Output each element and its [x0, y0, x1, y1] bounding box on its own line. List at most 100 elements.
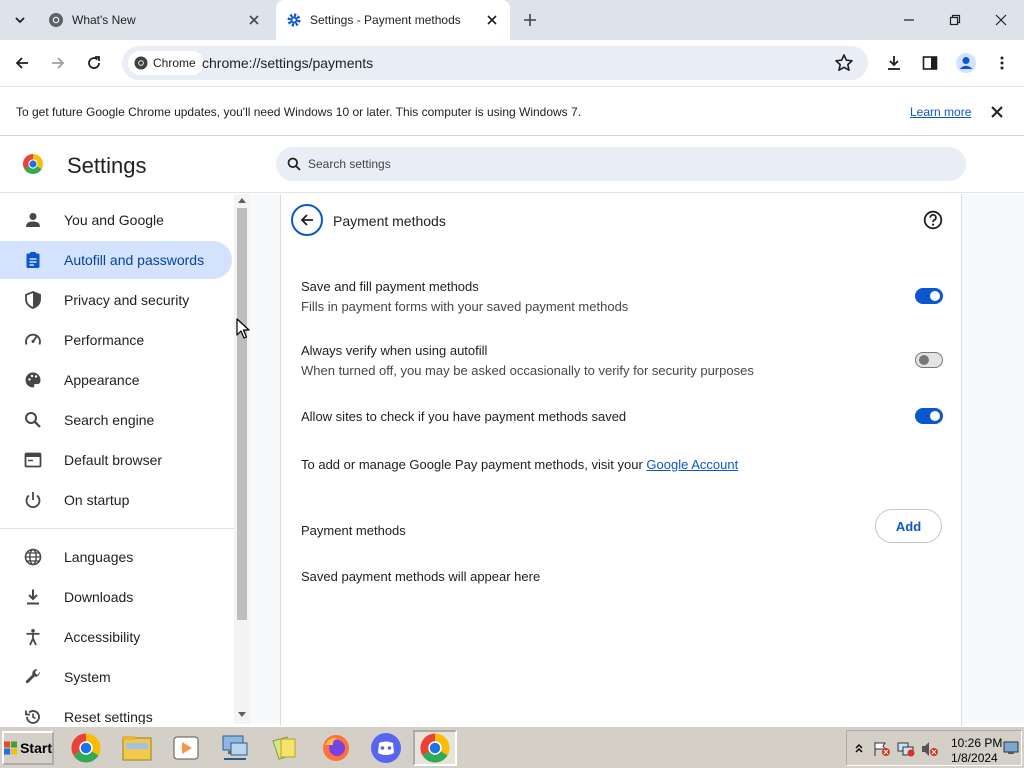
toggle-knob: [930, 291, 940, 301]
bookmark-star-icon[interactable]: [834, 53, 854, 73]
sidebar-item-you-and-google[interactable]: You and Google: [0, 201, 232, 239]
taskbar-notes[interactable]: [263, 730, 307, 766]
sidebar-item-label: Languages: [64, 549, 134, 565]
sidebar-item-appearance[interactable]: Appearance: [0, 361, 232, 399]
sidebar-item-accessibility[interactable]: Accessibility: [0, 618, 232, 656]
sidebar-item-system[interactable]: System: [0, 658, 232, 696]
action-center-flag-icon[interactable]: [873, 741, 891, 757]
payment-methods-heading: Payment methods: [301, 523, 406, 538]
system-tray: 10:26 PM 1/8/2024: [846, 730, 1022, 766]
arrow-left-icon: [300, 214, 313, 226]
plus-icon: [524, 14, 536, 26]
media-player-icon: [173, 736, 199, 760]
taskbar-discord[interactable]: [364, 730, 408, 766]
download-icon: [27, 589, 39, 605]
sidebar-item-label: Autofill and passwords: [64, 252, 205, 268]
taskbar-network[interactable]: [213, 730, 257, 766]
clock-date[interactable]: 1/8/2024: [951, 751, 998, 765]
save-payment-methods-toggle[interactable]: [915, 288, 943, 304]
power-icon: [25, 492, 41, 509]
sidebar-item-label: Reset settings: [64, 709, 153, 724]
discord-icon: [371, 733, 401, 763]
back-button[interactable]: [10, 51, 34, 75]
network-status-icon[interactable]: [897, 741, 915, 757]
update-infobar: To get future Google Chrome updates, you…: [0, 86, 1024, 136]
sidebar-scrollbar[interactable]: [234, 194, 250, 724]
tab-search-button[interactable]: [8, 8, 32, 32]
sidebar-item-performance[interactable]: Performance: [0, 321, 232, 359]
taskbar-media-player[interactable]: [164, 730, 208, 766]
minimize-button[interactable]: [897, 8, 921, 32]
search-icon: [287, 157, 301, 171]
allow-sites-check-toggle[interactable]: [915, 408, 943, 424]
learn-more-link[interactable]: Learn more: [910, 105, 971, 119]
page-title: Settings: [67, 153, 147, 178]
google-account-link[interactable]: Google Account: [646, 457, 738, 472]
minimize-icon: [904, 19, 914, 21]
payment-methods-card: Payment methods Save and fill payment me…: [280, 194, 962, 734]
tab-settings-payment[interactable]: Settings - Payment methods: [276, 0, 510, 40]
settings-search[interactable]: [276, 147, 966, 181]
scrollbar-thumb[interactable]: [237, 208, 247, 620]
subpage-title: Payment methods: [333, 213, 446, 229]
sidebar-item-languages[interactable]: Languages: [0, 538, 232, 576]
volume-muted-icon[interactable]: [921, 741, 939, 757]
reload-button[interactable]: [82, 51, 106, 75]
search-input[interactable]: [308, 147, 948, 181]
scroll-down-arrow-icon[interactable]: [238, 712, 246, 718]
download-icon: [888, 56, 900, 70]
setting-description: Fills in payment forms with your saved p…: [301, 299, 629, 314]
person-icon: [26, 213, 40, 227]
show-desktop-icon[interactable]: [1003, 741, 1019, 755]
reset-icon: [25, 710, 40, 724]
clock-time[interactable]: 10:26 PM: [951, 736, 1002, 750]
shield-icon: [25, 291, 41, 309]
help-icon[interactable]: [923, 210, 943, 230]
sidebar-item-default-browser[interactable]: Default browser: [0, 441, 232, 479]
taskbar-firefox[interactable]: [314, 730, 358, 766]
restore-button[interactable]: [943, 8, 967, 32]
start-button[interactable]: Start: [2, 731, 54, 765]
close-infobar-icon[interactable]: [988, 103, 1006, 121]
chevron-up-icon[interactable]: [855, 743, 863, 753]
site-chip-label: Chrome: [153, 56, 196, 70]
firefox-icon: [323, 735, 349, 761]
taskbar-explorer[interactable]: [115, 730, 159, 766]
add-payment-method-button[interactable]: Add: [875, 509, 942, 543]
side-panel-button[interactable]: [918, 51, 942, 75]
taskbar-chrome[interactable]: [64, 730, 108, 766]
sidebar-item-search-engine[interactable]: Search engine: [0, 401, 232, 439]
settings-sidebar: You and Google Autofill and passwords Pr…: [0, 194, 234, 724]
sidebar-item-label: Default browser: [64, 452, 163, 468]
menu-button[interactable]: [990, 51, 1014, 75]
sidebar-item-privacy[interactable]: Privacy and security: [0, 281, 232, 319]
side-panel-icon: [922, 56, 938, 70]
tab-strip: What's New Settings - Payment methods: [0, 0, 1024, 40]
site-info-chip[interactable]: Chrome: [128, 51, 204, 75]
sidebar-item-label: Search engine: [64, 412, 155, 428]
address-bar[interactable]: Chrome chrome://settings/payments: [122, 46, 868, 80]
tab-title: Settings - Payment methods: [310, 13, 461, 27]
downloads-button[interactable]: [882, 51, 906, 75]
url-text[interactable]: chrome://settings/payments: [202, 55, 373, 71]
always-verify-toggle[interactable]: [915, 352, 943, 368]
forward-button[interactable]: [46, 51, 70, 75]
sticky-notes-icon: [272, 736, 296, 760]
scroll-up-arrow-icon[interactable]: [238, 197, 246, 203]
sidebar-item-label: Performance: [64, 332, 145, 348]
sidebar-item-autofill[interactable]: Autofill and passwords: [0, 241, 232, 279]
back-to-autofill-button[interactable]: [291, 204, 323, 236]
search-icon: [25, 412, 41, 428]
taskbar-chrome-active[interactable]: [413, 730, 457, 766]
sidebar-item-reset[interactable]: Reset settings: [0, 698, 232, 724]
sidebar-item-downloads[interactable]: Downloads: [0, 578, 232, 616]
close-tab-icon[interactable]: [246, 12, 262, 28]
setting-description: When turned off, you may be asked occasi…: [301, 363, 754, 378]
clipboard-icon: [26, 252, 40, 268]
close-window-button[interactable]: [989, 8, 1013, 32]
close-tab-icon[interactable]: [484, 12, 500, 28]
profile-button[interactable]: [954, 51, 978, 75]
sidebar-item-on-startup[interactable]: On startup: [0, 481, 232, 519]
new-tab-button[interactable]: [520, 10, 540, 30]
tab-whats-new[interactable]: What's New: [36, 0, 272, 40]
